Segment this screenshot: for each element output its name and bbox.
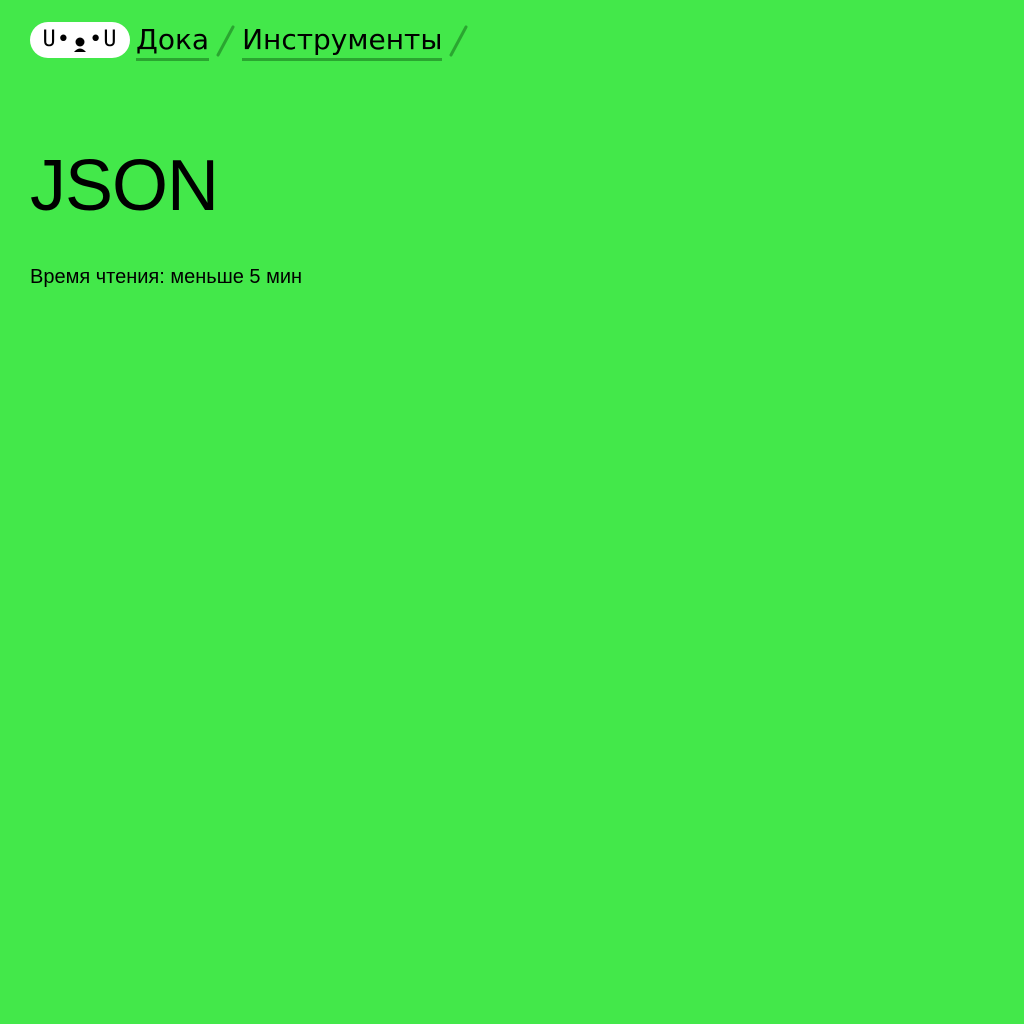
breadcrumb: Дока Инструменты: [136, 22, 475, 61]
reading-time: Время чтения: меньше 5 мин: [30, 266, 303, 288]
breadcrumb-separator-icon: [209, 22, 242, 58]
page-title: JSON: [30, 146, 219, 226]
breadcrumb-link-instruments[interactable]: Инструменты: [242, 22, 443, 61]
logo-home-link[interactable]: U• •U: [30, 22, 130, 58]
breadcrumb-separator-icon: [442, 22, 475, 58]
breadcrumb-link-doka[interactable]: Дока: [136, 22, 210, 61]
logo-text-left: U•: [42, 27, 71, 52]
logo-text-right: •U: [89, 27, 118, 52]
logo-nose-icon: [72, 30, 88, 52]
site-header: U• •U Дока Инструменты: [30, 22, 475, 62]
